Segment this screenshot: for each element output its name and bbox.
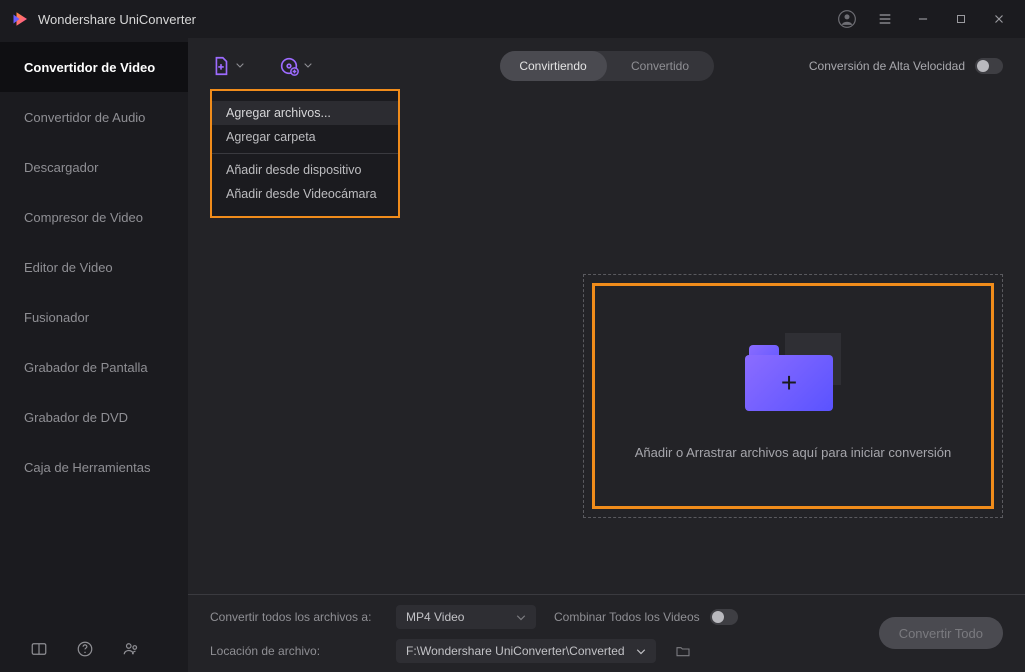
tab-switch: Convirtiendo Convertido — [500, 51, 714, 81]
community-icon[interactable] — [122, 640, 140, 658]
sidebar-item-downloader[interactable]: Descargador — [0, 142, 188, 192]
combine-toggle[interactable] — [710, 609, 738, 625]
output-path-value: F:\Wondershare UniConverter\Converted — [406, 644, 625, 658]
menu-icon[interactable] — [871, 5, 899, 33]
chevron-down-icon — [636, 644, 646, 658]
sidebar-item-editor[interactable]: Editor de Video — [0, 242, 188, 292]
tab-converted[interactable]: Convertido — [607, 51, 714, 81]
dropzone[interactable]: + Añadir o Arrastrar archivos aquí para … — [592, 283, 994, 509]
sidebar-item-screen-recorder[interactable]: Grabador de Pantalla — [0, 342, 188, 392]
output-format-value: MP4 Video — [406, 610, 464, 624]
dropzone-border: + Añadir o Arrastrar archivos aquí para … — [583, 274, 1003, 518]
sidebar: Convertidor de Video Convertidor de Audi… — [0, 38, 188, 672]
convert-all-label: Convertir todos los archivos a: — [210, 610, 378, 624]
high-speed-label: Conversión de Alta Velocidad — [809, 59, 965, 73]
sidebar-item-dvd-burner[interactable]: Grabador de DVD — [0, 392, 188, 442]
add-file-button[interactable]: Agregar archivos... Agregar carpeta Añad… — [210, 55, 244, 77]
location-label: Locación de archivo: — [210, 644, 378, 658]
dropzone-text: Añadir o Arrastrar archivos aquí para in… — [635, 445, 951, 460]
sidebar-item-merger[interactable]: Fusionador — [0, 292, 188, 342]
output-path-field[interactable]: F:\Wondershare UniConverter\Converted — [396, 639, 656, 663]
convert-all-button[interactable]: Convertir Todo — [879, 617, 1003, 649]
add-folder-icon: + — [745, 333, 841, 411]
close-icon[interactable] — [985, 5, 1013, 33]
load-dvd-button[interactable] — [278, 55, 312, 77]
sidebar-item-toolbox[interactable]: Caja de Herramientas — [0, 442, 188, 492]
toolbar: Agregar archivos... Agregar carpeta Añad… — [188, 38, 1025, 94]
app-logo-icon — [12, 10, 30, 28]
combine-label: Combinar Todos los Videos — [554, 610, 700, 624]
maximize-icon[interactable] — [947, 5, 975, 33]
minimize-icon[interactable] — [909, 5, 937, 33]
account-icon[interactable] — [833, 5, 861, 33]
tutorial-icon[interactable] — [30, 640, 48, 658]
sidebar-item-audio-converter[interactable]: Convertidor de Audio — [0, 92, 188, 142]
app-title: Wondershare UniConverter — [38, 12, 196, 27]
sidebar-item-compressor[interactable]: Compresor de Video — [0, 192, 188, 242]
tab-converting[interactable]: Convirtiendo — [500, 51, 607, 81]
help-icon[interactable] — [76, 640, 94, 658]
high-speed-toggle[interactable] — [975, 58, 1003, 74]
output-format-select[interactable]: MP4 Video — [396, 605, 536, 629]
bottom-bar: Convertir todos los archivos a: MP4 Vide… — [188, 594, 1025, 672]
chevron-down-icon — [516, 610, 526, 624]
open-folder-icon[interactable] — [674, 643, 692, 659]
sidebar-item-video-converter[interactable]: Convertidor de Video — [0, 42, 188, 92]
